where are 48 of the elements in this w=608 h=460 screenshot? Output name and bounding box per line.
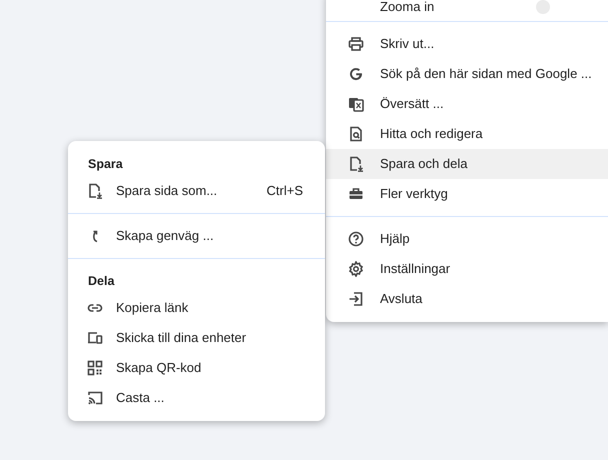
menu-item[interactable]: Avsluta	[326, 284, 608, 314]
menu-item[interactable]: Fler verktyg	[326, 179, 608, 209]
menu-item[interactable]: Skapa genväg ...	[68, 220, 325, 251]
menu-item[interactable]: Spara sida som... Ctrl+S	[68, 176, 325, 206]
printer-icon	[348, 36, 364, 52]
toolbox-icon	[348, 186, 364, 202]
menu-item-label: Hitta och redigera	[380, 125, 483, 144]
menu-item[interactable]: Översätt ...	[326, 89, 608, 119]
document-download-icon	[348, 156, 364, 172]
menu-item[interactable]: Spara och dela	[326, 149, 608, 179]
menu-item-label: Casta ...	[116, 388, 164, 407]
document-download-icon	[87, 182, 103, 199]
menu-item-label: Översätt ...	[380, 95, 444, 114]
menu-item-label: Skriv ut...	[380, 35, 434, 54]
shortcut-hint: Ctrl+S	[266, 182, 303, 200]
menu-item[interactable]: Casta ...	[68, 382, 325, 412]
cast-icon	[87, 390, 103, 406]
menu-item-label: Spara sida som...	[116, 182, 218, 200]
menu-item-label: Zooma in	[380, 0, 434, 14]
exit-icon	[348, 291, 364, 307]
menu-item-label: Skapa genväg ...	[116, 227, 214, 245]
menu-item-label: Fler verktyg	[380, 185, 448, 204]
menu-item-label: Spara och dela	[380, 155, 468, 174]
translate-icon	[348, 96, 364, 112]
menu-item-label: Hjälp	[380, 230, 410, 248]
help-icon	[348, 231, 364, 247]
menu-item[interactable]: Hjälp	[326, 224, 608, 254]
menu-item[interactable]: Skicka till dina enheter	[68, 322, 325, 352]
menu-item[interactable]: Hitta och redigera	[326, 119, 608, 149]
settings-icon	[348, 261, 364, 277]
qr-code-icon	[87, 360, 103, 376]
menu-item-label: Skapa QR-kod	[116, 358, 202, 377]
menu-item-label: Sök på den här sidan med Google ...	[380, 65, 592, 84]
menu-item[interactable]: Skriv ut...	[326, 29, 608, 59]
menu-item[interactable]: Zooma in	[326, 0, 608, 14]
g-letter-icon	[348, 66, 364, 82]
document-search-icon	[348, 126, 364, 142]
section-heading: Dela	[87, 272, 116, 290]
menu-item[interactable]: Kopiera länk	[68, 292, 325, 322]
menu-item-label: Avsluta	[380, 290, 422, 308]
menu-item-label: Kopiera länk	[116, 298, 188, 317]
menu-item[interactable]: Sök på den här sidan med Google ...	[326, 59, 608, 89]
menu-item-label: Skicka till dina enheter	[116, 328, 246, 347]
menu-item-label: Inställningar	[380, 260, 450, 278]
devices-icon	[87, 330, 103, 346]
section-heading: Spara	[87, 156, 124, 173]
menu-item[interactable]: Skapa QR-kod	[68, 352, 325, 382]
menu-item[interactable]: Inställningar	[326, 254, 608, 284]
